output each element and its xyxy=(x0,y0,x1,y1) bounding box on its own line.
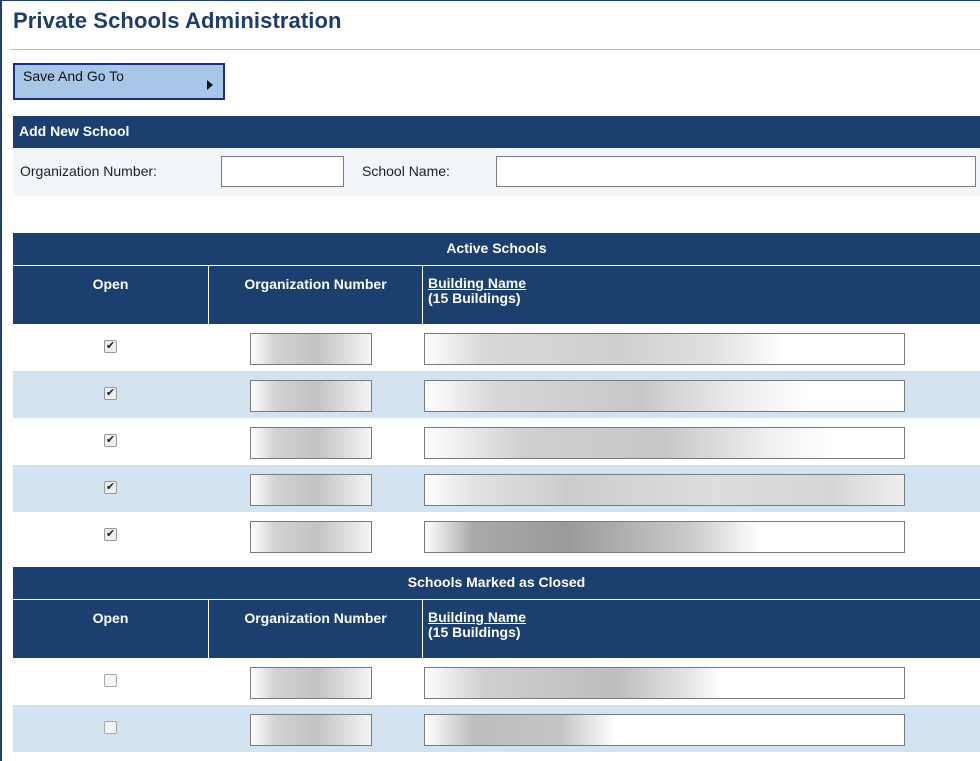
checkmark-icon: ✔ xyxy=(105,434,116,446)
page-title: Private Schools Administration xyxy=(13,8,342,33)
closed-schools-caption: Schools Marked as Closed xyxy=(13,567,980,599)
open-checkbox[interactable]: ✔ xyxy=(104,528,117,541)
save-and-go-to-button[interactable]: Save And Go To xyxy=(13,63,225,100)
column-header-open: Open xyxy=(13,265,208,324)
column-header-organization-number: Organization Number xyxy=(208,265,422,324)
checkmark-icon: ✔ xyxy=(105,528,116,540)
column-header-building-name: Building Name (15 Buildings) xyxy=(422,265,980,324)
open-checkbox[interactable] xyxy=(104,721,117,734)
school-name-input[interactable] xyxy=(496,156,976,187)
organization-number-input[interactable] xyxy=(250,667,372,699)
organization-number-input[interactable] xyxy=(250,714,372,746)
caret-right-icon xyxy=(207,80,213,90)
table-row: ✔ xyxy=(13,418,980,465)
column-header-open: Open xyxy=(13,599,208,658)
building-name-sort-link[interactable]: Building Name xyxy=(428,276,980,291)
open-checkbox[interactable] xyxy=(104,674,117,687)
building-name-input[interactable] xyxy=(424,474,905,506)
table-row: ✔ xyxy=(13,324,980,371)
building-name-sort-link[interactable]: Building Name xyxy=(428,610,980,625)
table-row: ✔ xyxy=(13,512,980,559)
open-checkbox[interactable]: ✔ xyxy=(104,434,117,447)
organization-number-input[interactable] xyxy=(221,156,344,187)
organization-number-input[interactable] xyxy=(250,474,372,506)
add-new-school-form: Organization Number: School Name: xyxy=(13,148,980,196)
active-schools-header-row: Open Organization Number Building Name (… xyxy=(13,265,980,324)
building-count: (15 Buildings) xyxy=(428,624,521,640)
title-divider xyxy=(10,49,980,50)
closed-schools-table: Schools Marked as Closed Open Organizati… xyxy=(13,567,980,752)
building-name-input[interactable] xyxy=(424,521,905,553)
school-name-label: School Name: xyxy=(362,163,450,179)
active-schools-table: Active Schools Open Organization Number … xyxy=(13,233,980,559)
building-name-input[interactable] xyxy=(424,333,905,365)
column-header-building-name: Building Name (15 Buildings) xyxy=(422,599,980,658)
open-checkbox[interactable]: ✔ xyxy=(104,387,117,400)
building-count: (15 Buildings) xyxy=(428,290,521,306)
organization-number-input[interactable] xyxy=(250,521,372,553)
save-and-go-to-label: Save And Go To xyxy=(23,68,124,84)
column-header-organization-number: Organization Number xyxy=(208,599,422,658)
building-name-input[interactable] xyxy=(424,380,905,412)
organization-number-input[interactable] xyxy=(250,380,372,412)
table-row: ✔ xyxy=(13,371,980,418)
building-name-input[interactable] xyxy=(424,714,905,746)
open-checkbox[interactable]: ✔ xyxy=(104,481,117,494)
open-checkbox[interactable]: ✔ xyxy=(104,340,117,353)
add-new-school-header: Add New School xyxy=(13,116,980,148)
checkmark-icon: ✔ xyxy=(105,387,116,399)
checkmark-icon: ✔ xyxy=(105,340,116,352)
closed-schools-header-row: Open Organization Number Building Name (… xyxy=(13,599,980,658)
active-schools-caption: Active Schools xyxy=(13,233,980,265)
organization-number-input[interactable] xyxy=(250,333,372,365)
organization-number-label: Organization Number: xyxy=(20,163,157,179)
table-row: ✔ xyxy=(13,465,980,512)
table-row xyxy=(13,705,980,752)
table-row xyxy=(13,658,980,705)
organization-number-input[interactable] xyxy=(250,427,372,459)
building-name-input[interactable] xyxy=(424,667,905,699)
checkmark-icon: ✔ xyxy=(105,481,116,493)
building-name-input[interactable] xyxy=(424,427,905,459)
